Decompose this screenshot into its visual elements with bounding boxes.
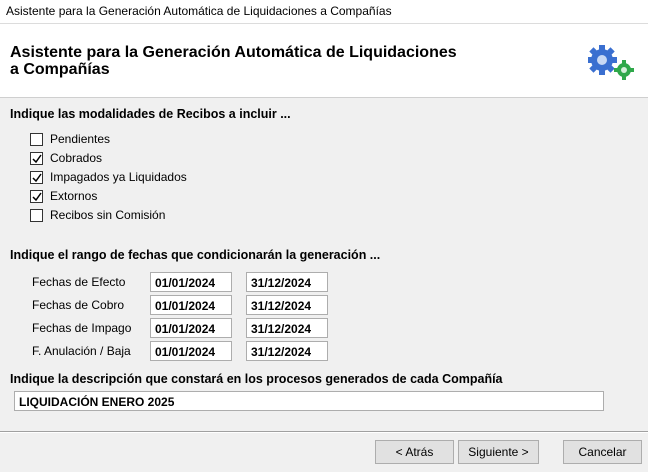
recibos-section-label: Indique las modalidades de Recibos a inc… bbox=[10, 107, 291, 121]
checkbox-label: Impagados ya Liquidados bbox=[50, 170, 187, 184]
date-range-label: Fechas de Efecto bbox=[32, 275, 126, 289]
recibo-option[interactable]: Extornos bbox=[30, 188, 97, 204]
date-range-label: F. Anulación / Baja bbox=[32, 344, 131, 358]
recibo-option[interactable]: Impagados ya Liquidados bbox=[30, 169, 187, 185]
footer-separator bbox=[0, 431, 648, 433]
checkbox-label: Extornos bbox=[50, 189, 98, 203]
back-button[interactable]: < Atrás bbox=[375, 440, 454, 464]
cancel-button[interactable]: Cancelar bbox=[563, 440, 642, 464]
date-range-label: Fechas de Cobro bbox=[32, 298, 125, 312]
recibo-option[interactable]: Cobrados bbox=[30, 150, 102, 166]
descripcion-input[interactable]: LIQUIDACIÓN ENERO 2025 bbox=[14, 391, 604, 411]
date-to-input[interactable]: 31/12/2024 bbox=[246, 295, 328, 315]
wizard-header: Asistente para la Generación Automática … bbox=[0, 24, 648, 98]
next-button[interactable]: Siguiente > bbox=[458, 440, 539, 464]
date-to-input[interactable]: 31/12/2024 bbox=[246, 318, 328, 338]
date-from-input[interactable]: 01/01/2024 bbox=[150, 318, 232, 338]
window-titlebar: Asistente para la Generación Automática … bbox=[0, 0, 648, 24]
date-from-input[interactable]: 01/01/2024 bbox=[150, 341, 232, 361]
wizard-title: Asistente para la Generación Automática … bbox=[10, 44, 457, 78]
fechas-section-label: Indique el rango de fechas que condicion… bbox=[10, 248, 381, 262]
checkbox[interactable] bbox=[30, 189, 43, 203]
checkbox-label: Cobrados bbox=[50, 151, 103, 165]
descripcion-section-label: Indique la descripción que constará en l… bbox=[10, 372, 503, 386]
gears-icon bbox=[587, 44, 642, 84]
checkbox[interactable] bbox=[30, 132, 43, 146]
recibo-option[interactable]: Recibos sin Comisión bbox=[30, 207, 165, 223]
checkbox-label: Recibos sin Comisión bbox=[50, 208, 166, 222]
recibo-option[interactable]: Pendientes bbox=[30, 131, 110, 147]
date-to-input[interactable]: 31/12/2024 bbox=[246, 341, 328, 361]
checkbox[interactable] bbox=[30, 151, 43, 165]
window-title: Asistente para la Generación Automática … bbox=[6, 4, 392, 18]
checkbox[interactable] bbox=[30, 170, 43, 184]
date-from-input[interactable]: 01/01/2024 bbox=[150, 295, 232, 315]
checkbox-label: Pendientes bbox=[50, 132, 111, 146]
date-to-input[interactable]: 31/12/2024 bbox=[246, 272, 328, 292]
date-from-input[interactable]: 01/01/2024 bbox=[150, 272, 232, 292]
checkbox[interactable] bbox=[30, 208, 43, 222]
date-range-label: Fechas de Impago bbox=[32, 321, 132, 335]
